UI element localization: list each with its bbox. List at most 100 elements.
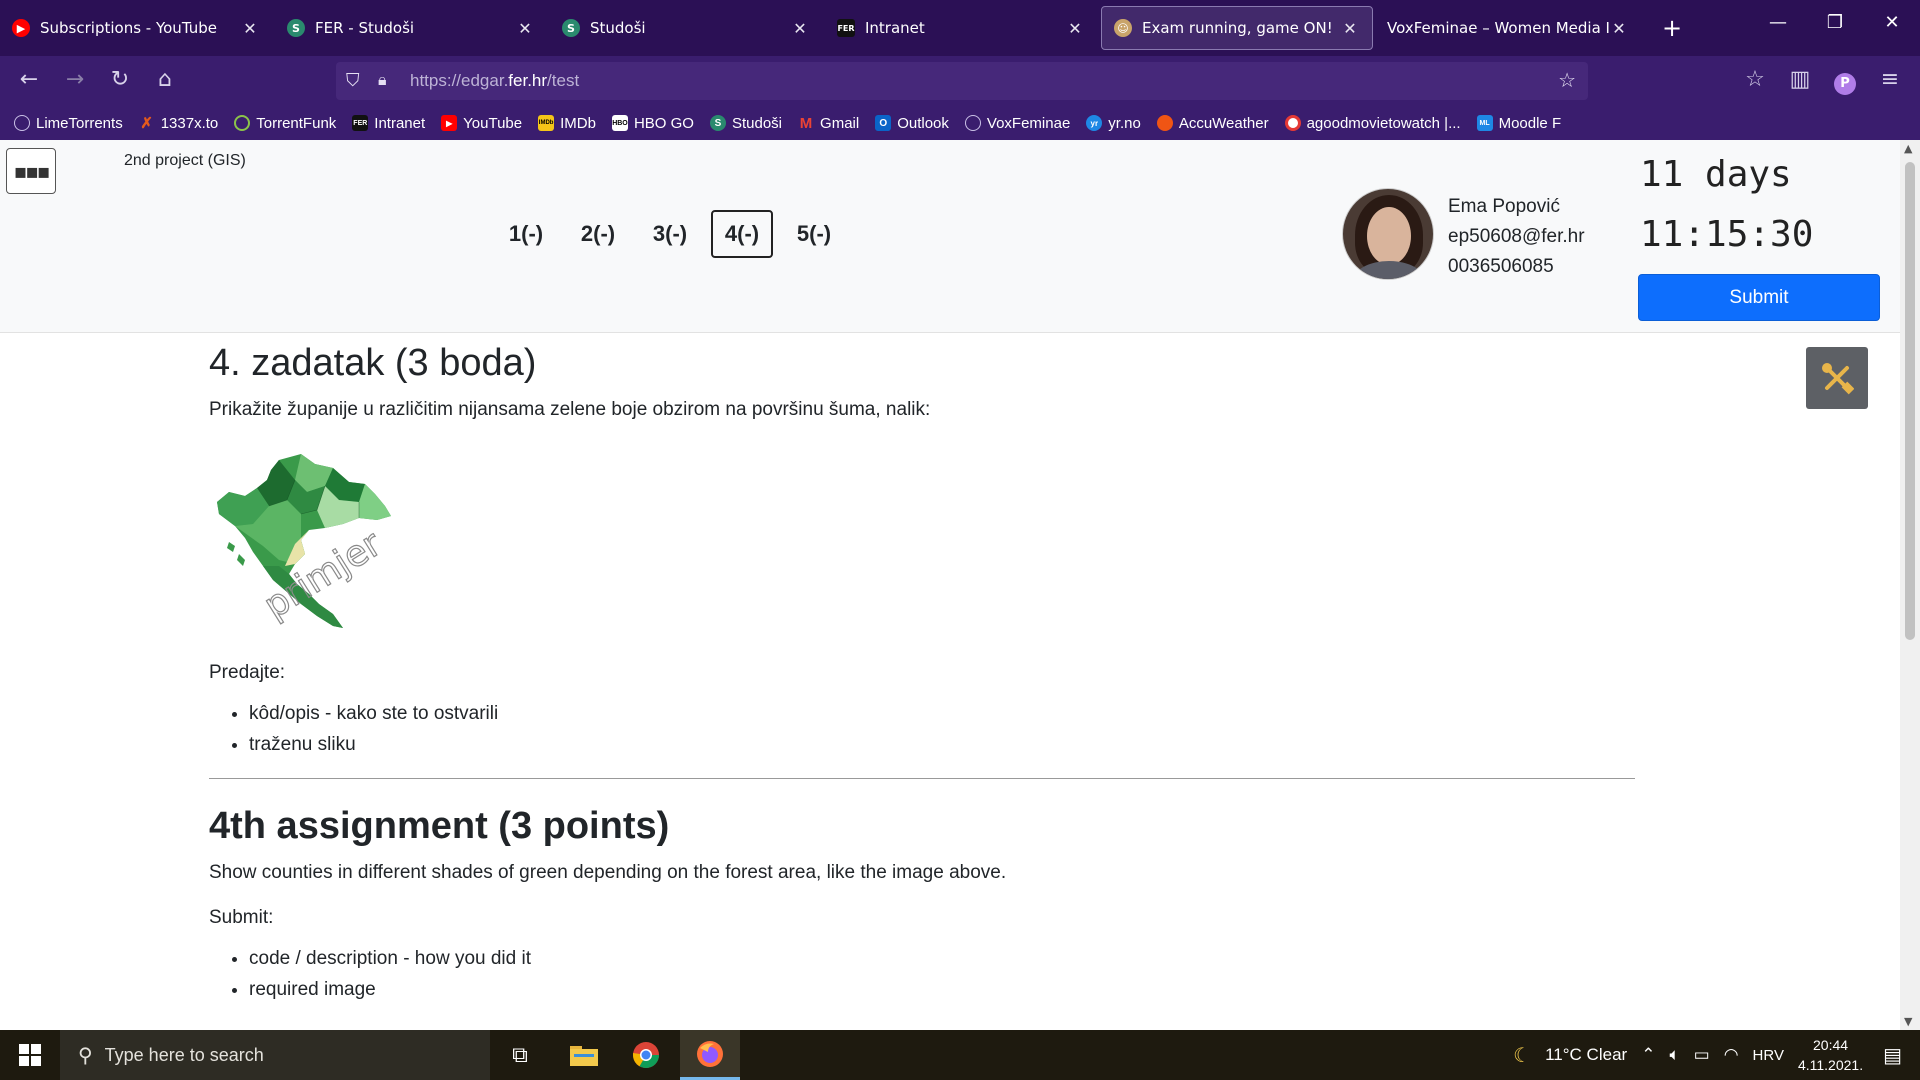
- close-icon[interactable]: ✕: [240, 19, 260, 38]
- firefox-button[interactable]: [680, 1030, 740, 1080]
- task-view-button[interactable]: ⧉: [492, 1030, 548, 1080]
- back-icon[interactable]: ←: [14, 68, 44, 92]
- list-item: kôd/opis - kako ste to ostvarili: [249, 698, 1635, 729]
- bookmark-star-icon[interactable]: ☆: [1558, 68, 1576, 92]
- tab-label: Intranet: [865, 19, 925, 37]
- croatia-map-image: primjer: [217, 454, 391, 628]
- scrollbar-thumb[interactable]: [1905, 162, 1915, 640]
- bookmark-intranet[interactable]: FER Intranet: [352, 115, 425, 132]
- file-explorer-button[interactable]: [556, 1030, 612, 1080]
- task-description-hr: Prikažite županije u različitim nijansam…: [209, 399, 931, 420]
- app-menu-button[interactable]: ▪▪▪: [6, 148, 56, 194]
- bookmark-gmail[interactable]: M Gmail: [798, 115, 859, 132]
- globe-icon: [964, 115, 981, 131]
- user-email: ep50608@fer.hr: [1448, 226, 1585, 247]
- close-icon[interactable]: ✕: [515, 19, 535, 38]
- bookmark-imdb[interactable]: IMDb IMDb: [538, 115, 596, 132]
- exam-header: ▪▪▪ 2nd project (GIS) 1(-) 2(-) 3(-) 4(-…: [0, 140, 1900, 333]
- x-icon: ✗: [140, 115, 153, 132]
- forward-icon[interactable]: →: [60, 68, 90, 92]
- scroll-up-icon[interactable]: ▲: [1904, 142, 1912, 155]
- tab-label: VoxFeminae – Women Media Inde: [1387, 19, 1609, 37]
- tab-bar: ▶ Subscriptions - YouTube ✕ S FER - Stud…: [0, 0, 1920, 56]
- example-map-image: primjer: [209, 442, 419, 642]
- tab-youtube[interactable]: ▶ Subscriptions - YouTube ✕: [0, 6, 272, 50]
- question-button-2[interactable]: 2(-): [567, 210, 629, 258]
- list-item: required image: [249, 974, 1635, 1005]
- task-title-hr: 4. zadatak (3 boda): [209, 342, 537, 384]
- bookmark-agoodmovietowatch[interactable]: agoodmovietowatch |...: [1284, 115, 1461, 132]
- close-window-icon[interactable]: ✕: [1869, 12, 1915, 33]
- tab-studosi[interactable]: S Studoši ✕: [550, 6, 822, 50]
- yr-icon: yr: [1086, 115, 1103, 131]
- pocket-icon[interactable]: ☆: [1740, 68, 1770, 92]
- new-tab-button[interactable]: +: [1662, 14, 1682, 42]
- question-button-5[interactable]: 5(-): [783, 210, 845, 258]
- submit-items-hr: kôd/opis - kako ste to ostvarili traženu…: [249, 698, 1635, 760]
- bookmark-outlook[interactable]: O Outlook: [875, 115, 949, 132]
- bookmark-limetorrents[interactable]: LimeTorrents: [14, 115, 123, 132]
- taskbar-search[interactable]: ⚲ Type here to search: [60, 1030, 490, 1080]
- bookmark-youtube[interactable]: ▶ YouTube: [441, 115, 522, 132]
- sidebar-icon[interactable]: ▥: [1785, 68, 1815, 92]
- hamburger-menu-icon[interactable]: ≡: [1875, 68, 1905, 92]
- tab-label: FER - Studoši: [315, 19, 415, 37]
- speaker-icon[interactable]: 🔈︎: [1669, 1045, 1679, 1065]
- bookmark-accuweather[interactable]: AccuWeather: [1156, 115, 1269, 132]
- task-title-en: 4th assignment (3 points): [209, 805, 670, 847]
- question-button-4[interactable]: 4(-): [711, 210, 773, 258]
- profile-avatar-icon[interactable]: P: [1830, 69, 1860, 95]
- bookmark-yr[interactable]: yr yr.no: [1086, 115, 1141, 132]
- bookmark-1337x[interactable]: ✗ 1337x.to: [139, 115, 218, 133]
- windows-logo-icon: [19, 1044, 41, 1066]
- tab-fer-studosi[interactable]: S FER - Studoši ✕: [275, 6, 547, 50]
- hbo-icon: HBO: [611, 115, 628, 131]
- lock-icon[interactable]: 🔒︎: [378, 70, 387, 90]
- tools-button[interactable]: [1806, 347, 1868, 409]
- tab-label: Subscriptions - YouTube: [40, 19, 217, 37]
- chrome-button[interactable]: [618, 1030, 674, 1080]
- chrome-icon: [632, 1042, 660, 1069]
- bookmark-hbo-go[interactable]: HBO HBO GO: [611, 115, 694, 132]
- bookmark-moodle[interactable]: ML Moodle F: [1476, 115, 1561, 132]
- weather-moon-icon[interactable]: ☾: [1513, 1043, 1531, 1068]
- home-icon[interactable]: ⌂: [150, 68, 180, 92]
- close-icon[interactable]: ✕: [1065, 19, 1085, 38]
- globe-icon: [14, 115, 30, 131]
- list-item: code / description - how you did it: [249, 943, 1635, 974]
- scroll-down-icon[interactable]: ▼: [1904, 1015, 1912, 1028]
- url-text[interactable]: https://edgar.fer.hr/test: [410, 71, 579, 91]
- restore-icon[interactable]: ❐: [1812, 12, 1858, 33]
- notifications-icon[interactable]: ▤: [1883, 1043, 1902, 1068]
- wifi-icon[interactable]: ◠: [1724, 1045, 1739, 1065]
- bookmark-studosi[interactable]: S Studoši: [709, 115, 782, 132]
- minimize-icon[interactable]: —: [1755, 12, 1801, 33]
- submit-items-en: code / description - how you did it requ…: [249, 943, 1635, 1005]
- tab-intranet[interactable]: FER Intranet ✕: [825, 6, 1097, 50]
- tab-voxfeminae[interactable]: VoxFeminae – Women Media Inde ✕: [1375, 6, 1641, 50]
- question-button-3[interactable]: 3(-): [639, 210, 701, 258]
- language-indicator[interactable]: HRV: [1753, 1047, 1784, 1064]
- shield-icon[interactable]: ⛉: [346, 70, 360, 91]
- close-icon[interactable]: ✕: [1340, 19, 1360, 38]
- clock-date: 4.11.2021.: [1797, 1057, 1864, 1073]
- studosi-icon: S: [562, 19, 580, 37]
- list-item: traženu sliku: [249, 729, 1635, 760]
- torrentfunk-icon: [234, 115, 251, 131]
- address-bar[interactable]: ⛉ 🔒︎ https://edgar.fer.hr/test ☆: [336, 62, 1588, 100]
- bookmark-voxfeminae[interactable]: VoxFeminae: [964, 115, 1070, 132]
- start-button[interactable]: [0, 1030, 60, 1080]
- close-icon[interactable]: ✕: [790, 19, 810, 38]
- chevron-up-icon[interactable]: ⌃: [1641, 1045, 1655, 1065]
- taskbar-clock[interactable]: 20:44 4.11.2021.: [1798, 1035, 1863, 1075]
- battery-icon[interactable]: ▭: [1694, 1045, 1710, 1065]
- movie-icon: [1284, 115, 1301, 131]
- reload-icon[interactable]: ↻: [105, 68, 135, 92]
- tab-exam-running[interactable]: ☺ Exam running, game ON! ✕: [1101, 6, 1373, 50]
- weather-text[interactable]: 11°C Clear: [1545, 1045, 1627, 1065]
- close-icon[interactable]: ✕: [1609, 19, 1629, 38]
- page-scrollbar[interactable]: ▲ ▼: [1900, 140, 1920, 1030]
- question-button-1[interactable]: 1(-): [495, 210, 557, 258]
- bookmark-torrentfunk[interactable]: TorrentFunk: [234, 115, 336, 132]
- submit-button[interactable]: Submit: [1638, 274, 1880, 321]
